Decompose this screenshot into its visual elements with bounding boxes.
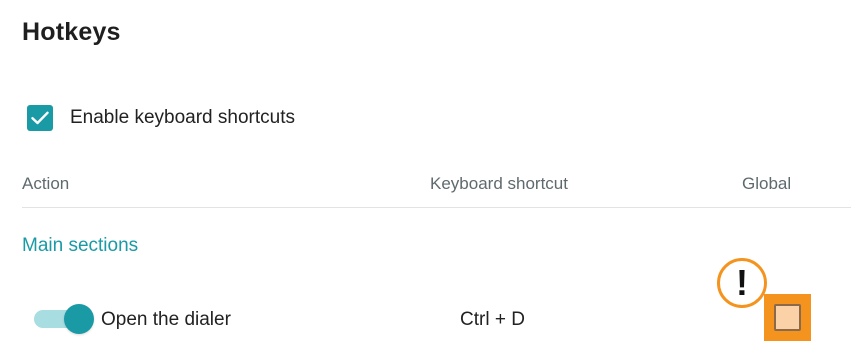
header-divider — [22, 207, 851, 208]
enable-shortcuts-checkbox[interactable] — [27, 105, 53, 131]
table-header: Action Keyboard shortcut Global — [0, 174, 866, 194]
toggle-knob — [64, 304, 94, 334]
exclamation-icon: ! — [717, 258, 767, 308]
shortcut-value[interactable]: Ctrl + D — [460, 309, 525, 331]
column-header-shortcut: Keyboard shortcut — [430, 174, 568, 193]
global-checkbox-highlight — [764, 294, 811, 341]
enable-shortcuts-label: Enable keyboard shortcuts — [70, 107, 295, 128]
enable-shortcuts-row[interactable]: Enable keyboard shortcuts — [27, 105, 295, 131]
global-checkbox[interactable] — [774, 304, 801, 331]
page-title: Hotkeys — [22, 18, 121, 46]
check-icon — [31, 111, 49, 125]
action-label: Open the dialer — [101, 309, 231, 330]
section-title-main: Main sections — [22, 235, 139, 256]
action-enabled-toggle[interactable] — [34, 304, 94, 334]
column-header-global: Global — [742, 174, 792, 193]
column-header-action: Action — [22, 174, 70, 193]
